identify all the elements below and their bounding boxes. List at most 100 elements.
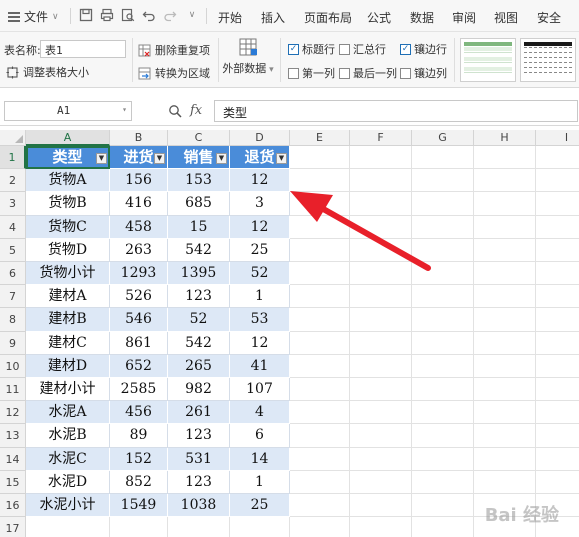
- cell-f6[interactable]: [350, 262, 412, 286]
- cell-b9[interactable]: 861: [110, 331, 168, 355]
- cell-e3[interactable]: [290, 192, 350, 216]
- cell-e4[interactable]: [290, 215, 350, 239]
- cell-b2[interactable]: 156: [110, 169, 168, 193]
- cell-c8[interactable]: 52: [168, 308, 230, 332]
- cell-c5[interactable]: 542: [168, 238, 230, 262]
- cell-a17[interactable]: [26, 517, 110, 537]
- cell-f2[interactable]: [350, 169, 412, 193]
- cell-g5[interactable]: [412, 238, 474, 262]
- cell-c15[interactable]: 123: [168, 470, 230, 494]
- row-header-1[interactable]: 1: [0, 146, 26, 170]
- zoom-icon[interactable]: [168, 104, 182, 118]
- cell-i8[interactable]: [536, 308, 579, 332]
- cell-h11[interactable]: [474, 378, 536, 402]
- remove-duplicates-button[interactable]: 删除重复项: [138, 42, 210, 58]
- cell-g15[interactable]: [412, 470, 474, 494]
- cell-b10[interactable]: 652: [110, 354, 168, 378]
- cell-b16[interactable]: 1549: [110, 494, 168, 518]
- cell-g1[interactable]: [412, 146, 474, 170]
- row-header-8[interactable]: 8: [0, 308, 26, 332]
- print-preview-icon[interactable]: [120, 7, 136, 23]
- cell-h9[interactable]: [474, 331, 536, 355]
- cell-b6[interactable]: 1293: [110, 262, 168, 286]
- cell-h6[interactable]: [474, 262, 536, 286]
- cell-c14[interactable]: 531: [168, 447, 230, 471]
- select-all-corner[interactable]: [0, 130, 26, 146]
- cell-g12[interactable]: [412, 401, 474, 425]
- cell-g16[interactable]: [412, 494, 474, 518]
- tab-data[interactable]: 数据: [410, 9, 434, 26]
- cell-i10[interactable]: [536, 355, 579, 378]
- column-header-f[interactable]: F: [350, 130, 412, 146]
- tab-insert[interactable]: 插入: [261, 9, 285, 26]
- cell-d5[interactable]: 25: [230, 238, 290, 262]
- cell-b3[interactable]: 416: [110, 192, 168, 216]
- cell-e2[interactable]: [290, 169, 350, 193]
- cell-d10[interactable]: 41: [230, 354, 290, 378]
- cell-d16[interactable]: 25: [230, 494, 290, 518]
- cell-i14[interactable]: [536, 448, 579, 471]
- cell-h10[interactable]: [474, 354, 536, 378]
- cell-e10[interactable]: [290, 354, 350, 378]
- column-header-b[interactable]: B: [110, 130, 168, 146]
- cell-e15[interactable]: [290, 470, 350, 494]
- cell-f1[interactable]: [350, 146, 412, 170]
- cell-e11[interactable]: [290, 378, 350, 402]
- cell-c1[interactable]: 销售 ▼: [168, 146, 230, 170]
- cell-i5[interactable]: [536, 239, 579, 262]
- cell-a1[interactable]: 类型 ▼: [26, 146, 110, 170]
- cell-h1[interactable]: [474, 146, 536, 170]
- cell-d12[interactable]: 4: [230, 401, 290, 425]
- formula-input[interactable]: 类型: [214, 100, 578, 122]
- cell-b13[interactable]: 89: [110, 424, 168, 448]
- cell-d9[interactable]: 12: [230, 331, 290, 355]
- cell-i1[interactable]: [536, 146, 579, 170]
- row-header-6[interactable]: 6: [0, 262, 26, 286]
- total-row-checkbox[interactable]: 汇总行: [339, 41, 386, 57]
- cell-b15[interactable]: 852: [110, 470, 168, 494]
- cell-c10[interactable]: 265: [168, 354, 230, 378]
- insert-function-icon[interactable]: fx: [190, 103, 202, 118]
- tab-review[interactable]: 审阅: [452, 9, 476, 26]
- cell-e8[interactable]: [290, 308, 350, 332]
- cell-a3[interactable]: 货物B: [26, 192, 110, 216]
- cell-d14[interactable]: 14: [230, 447, 290, 471]
- cell-d7[interactable]: 1: [230, 285, 290, 309]
- banded-columns-checkbox[interactable]: 镶边列: [400, 65, 447, 81]
- cell-e5[interactable]: [290, 238, 350, 262]
- cell-h7[interactable]: [474, 285, 536, 309]
- cell-a7[interactable]: 建材A: [26, 285, 110, 309]
- row-header-7[interactable]: 7: [0, 285, 26, 309]
- cell-c6[interactable]: 1395: [168, 262, 230, 286]
- table-style-green[interactable]: [460, 38, 516, 82]
- file-menu-button[interactable]: 文件 ∨: [8, 8, 59, 25]
- cell-g4[interactable]: [412, 215, 474, 239]
- column-header-a[interactable]: A: [26, 130, 110, 146]
- cell-d17[interactable]: [230, 517, 290, 537]
- cell-a6[interactable]: 货物小计: [26, 262, 110, 286]
- row-header-4[interactable]: 4: [0, 215, 26, 239]
- cell-e12[interactable]: [290, 401, 350, 425]
- external-data-button[interactable]: 外部数据 ▾: [222, 36, 274, 84]
- cell-e17[interactable]: [290, 517, 350, 537]
- cell-c11[interactable]: 982: [168, 378, 230, 402]
- cell-h4[interactable]: [474, 215, 536, 239]
- cell-d11[interactable]: 107: [230, 378, 290, 402]
- cell-a10[interactable]: 建材D: [26, 354, 110, 378]
- cell-f12[interactable]: [350, 401, 412, 425]
- cell-d8[interactable]: 53: [230, 308, 290, 332]
- cell-c3[interactable]: 685: [168, 192, 230, 216]
- row-header-3[interactable]: 3: [0, 192, 26, 216]
- cell-h3[interactable]: [474, 192, 536, 216]
- cell-g10[interactable]: [412, 354, 474, 378]
- column-header-g[interactable]: G: [412, 130, 474, 146]
- tab-home[interactable]: 开始: [218, 9, 242, 26]
- cell-f14[interactable]: [350, 447, 412, 471]
- cell-f15[interactable]: [350, 470, 412, 494]
- cell-f17[interactable]: [350, 517, 412, 537]
- cell-b8[interactable]: 546: [110, 308, 168, 332]
- cell-e14[interactable]: [290, 447, 350, 471]
- cell-a8[interactable]: 建材B: [26, 308, 110, 332]
- row-header-2[interactable]: 2: [0, 169, 26, 193]
- cell-c12[interactable]: 261: [168, 401, 230, 425]
